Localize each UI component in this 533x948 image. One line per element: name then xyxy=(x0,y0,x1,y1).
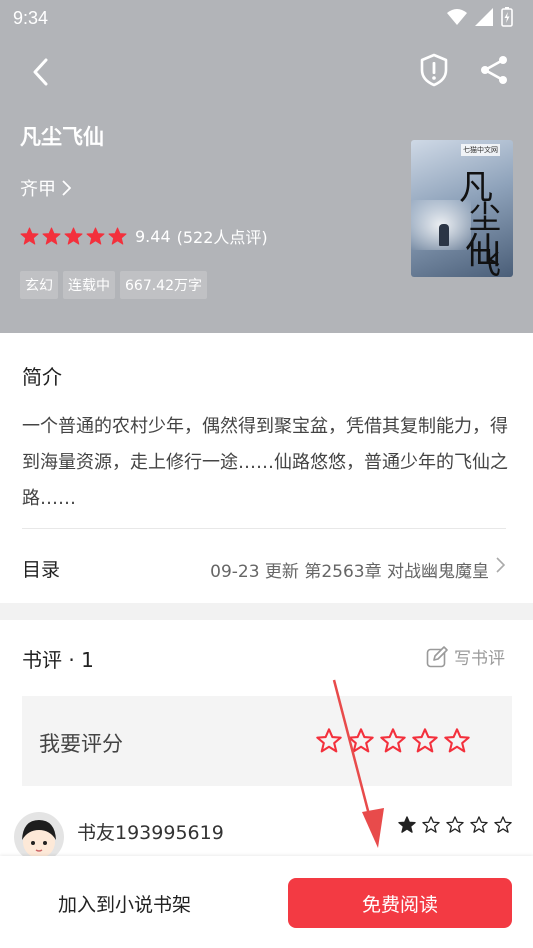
star-icon xyxy=(422,816,440,833)
rate-box: 我要评分 xyxy=(22,696,512,786)
review-item[interactable]: 书友193995619 xyxy=(0,802,533,862)
cover-figure xyxy=(439,224,449,246)
star-icon xyxy=(42,226,61,245)
write-review-button[interactable]: 写书评 xyxy=(426,644,505,669)
book-cover[interactable]: 七猫中文网 凡 尘飞 仙 xyxy=(411,140,513,277)
star-icon xyxy=(108,226,127,245)
tag-list: 玄幻 连载中 667.42万字 xyxy=(20,271,207,299)
rating-stars xyxy=(20,226,127,246)
star-icon xyxy=(494,816,512,833)
star-icon xyxy=(446,816,464,833)
status-bar: 9:34 xyxy=(0,0,533,36)
star-icon xyxy=(64,226,83,245)
add-to-shelf-button[interactable]: 加入到小说书架 xyxy=(58,890,191,917)
star-icon xyxy=(470,816,488,833)
share-button[interactable] xyxy=(474,50,514,90)
star-icon xyxy=(86,226,105,245)
chevron-right-icon xyxy=(62,180,71,196)
cover-title-char: 仙 xyxy=(465,231,502,272)
reviews-card: 书评 · 1 写书评 我要评分 书友193995619 xyxy=(0,620,533,862)
rate-stars xyxy=(316,728,470,754)
reviews-title: 书评 · 1 xyxy=(22,648,94,672)
book-title: 凡尘飞仙 xyxy=(20,125,104,149)
back-button[interactable] xyxy=(20,52,60,92)
tag-status: 连载中 xyxy=(63,271,115,299)
star-icon xyxy=(20,226,39,245)
toc-latest-update: 09-23 更新 第2563章 对战幽鬼魔皇 xyxy=(210,562,489,582)
wifi-icon xyxy=(447,9,467,25)
review-count: (522人点评) xyxy=(176,228,268,247)
signal-icon xyxy=(475,8,493,26)
avatar xyxy=(14,812,64,862)
rating-row: 9.44 (522人点评) xyxy=(20,224,268,248)
chevron-right-icon xyxy=(496,557,505,573)
bottom-bar: 加入到小说书架 免费阅读 xyxy=(0,856,533,948)
intro-text[interactable]: 一个普通的农村少年，偶然得到聚宝盆，凭借其复制能力，得到海量资源，走上修行一途…… xyxy=(22,409,514,517)
top-nav xyxy=(0,48,533,92)
battery-icon xyxy=(501,7,513,27)
book-header: 9:34 凡尘飞仙 齐甲 9.44 (522人点评) 玄幻 连载中 667.42… xyxy=(0,0,533,333)
rate-star-icon[interactable] xyxy=(412,728,438,754)
rate-star-icon[interactable] xyxy=(316,728,342,754)
author-name: 齐甲 xyxy=(20,179,56,200)
star-icon xyxy=(398,816,416,833)
rate-star-icon[interactable] xyxy=(444,728,470,754)
toc-row[interactable]: 目录 09-23 更新 第2563章 对战幽鬼魔皇 xyxy=(0,529,533,603)
shield-alert-icon xyxy=(420,53,448,87)
edit-icon xyxy=(426,645,448,667)
rating-score: 9.44 xyxy=(135,226,171,246)
tag-word-count: 667.42万字 xyxy=(120,271,207,299)
cover-publisher-badge: 七猫中文网 xyxy=(461,144,500,156)
intro-title: 简介 xyxy=(22,365,62,389)
author-link[interactable]: 齐甲 xyxy=(20,175,71,201)
share-icon xyxy=(481,56,507,84)
rate-star-icon[interactable] xyxy=(380,728,406,754)
toc-label: 目录 xyxy=(22,559,61,581)
write-review-label: 写书评 xyxy=(454,649,505,669)
review-username: 书友193995619 xyxy=(77,822,224,844)
free-read-button[interactable]: 免费阅读 xyxy=(288,878,512,928)
status-icons xyxy=(447,7,513,27)
rate-label: 我要评分 xyxy=(39,732,123,756)
avatar-face-icon xyxy=(22,820,56,858)
chevron-left-icon xyxy=(33,58,48,86)
report-button[interactable] xyxy=(414,50,454,90)
review-stars xyxy=(398,816,512,834)
rate-star-icon[interactable] xyxy=(348,728,374,754)
tag-genre: 玄幻 xyxy=(20,271,58,299)
status-time: 9:34 xyxy=(13,8,49,28)
